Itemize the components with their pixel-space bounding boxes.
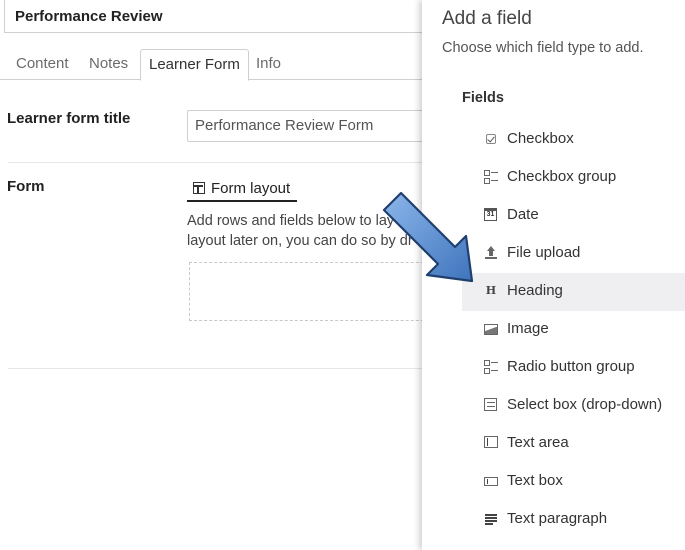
image-icon [484,324,498,335]
field-option-label: Heading [507,282,563,299]
tab-notes[interactable]: Notes [81,49,136,80]
field-option-file-upload[interactable]: File upload [462,235,685,273]
checkbox-icon [486,134,496,144]
form-layout-label: Form layout [211,180,291,197]
radio-group-icon [484,360,498,374]
field-option-label: Text paragraph [507,510,608,527]
heading-icon: H [485,284,497,297]
field-option-label: Select box (drop-down) [507,396,663,413]
field-option-image[interactable]: Image [462,311,685,349]
field-option-label: Text area [507,434,569,451]
learner-form-title-input[interactable]: Performance Review Form [187,110,447,142]
field-option-date[interactable]: 31 Date [462,197,685,235]
upload-icon [484,246,498,260]
tab-info[interactable]: Info [248,49,289,80]
title-input[interactable]: Performance Review [4,0,444,33]
field-option-label: Image [507,320,549,337]
fields-section-heading: Fields [462,90,504,106]
panel-subtitle: Choose which field type to add. [442,40,644,56]
form-layout-icon [193,182,205,194]
checkbox-group-icon [484,170,498,184]
field-option-label: Text box [507,472,563,489]
divider [8,162,448,163]
editor-tabs: Content Notes Learner Form Info [0,45,440,81]
field-option-text-box[interactable]: Text box [462,463,685,501]
text-area-icon [484,436,498,448]
field-option-text-area[interactable]: Text area [462,425,685,463]
text-paragraph-icon [484,512,498,526]
field-option-label: Date [507,206,539,223]
field-option-label: Checkbox [507,130,574,147]
text-box-icon [484,477,498,486]
calendar-icon: 31 [484,208,497,221]
divider [8,368,448,369]
annotation-arrow [382,191,474,283]
field-option-text-paragraph[interactable]: Text paragraph [462,501,685,539]
select-box-icon [484,398,497,411]
form-label: Form [7,178,45,195]
field-option-radio-button-group[interactable]: Radio button group [462,349,685,387]
field-option-label: File upload [507,244,581,261]
field-option-checkbox-group[interactable]: Checkbox group [462,159,685,197]
tab-learner-form[interactable]: Learner Form [140,49,249,81]
learner-form-title-label: Learner form title [7,110,131,127]
field-option-heading[interactable]: H Heading [462,273,685,311]
panel-title: Add a field [442,8,532,29]
field-option-checkbox[interactable]: Checkbox [462,121,685,159]
field-option-label: Radio button group [507,358,635,375]
field-option-select-box[interactable]: Select box (drop-down) [462,387,685,425]
tab-form-layout[interactable]: Form layout [187,178,297,202]
tab-content[interactable]: Content [8,49,77,80]
field-option-label: Checkbox group [507,168,617,185]
